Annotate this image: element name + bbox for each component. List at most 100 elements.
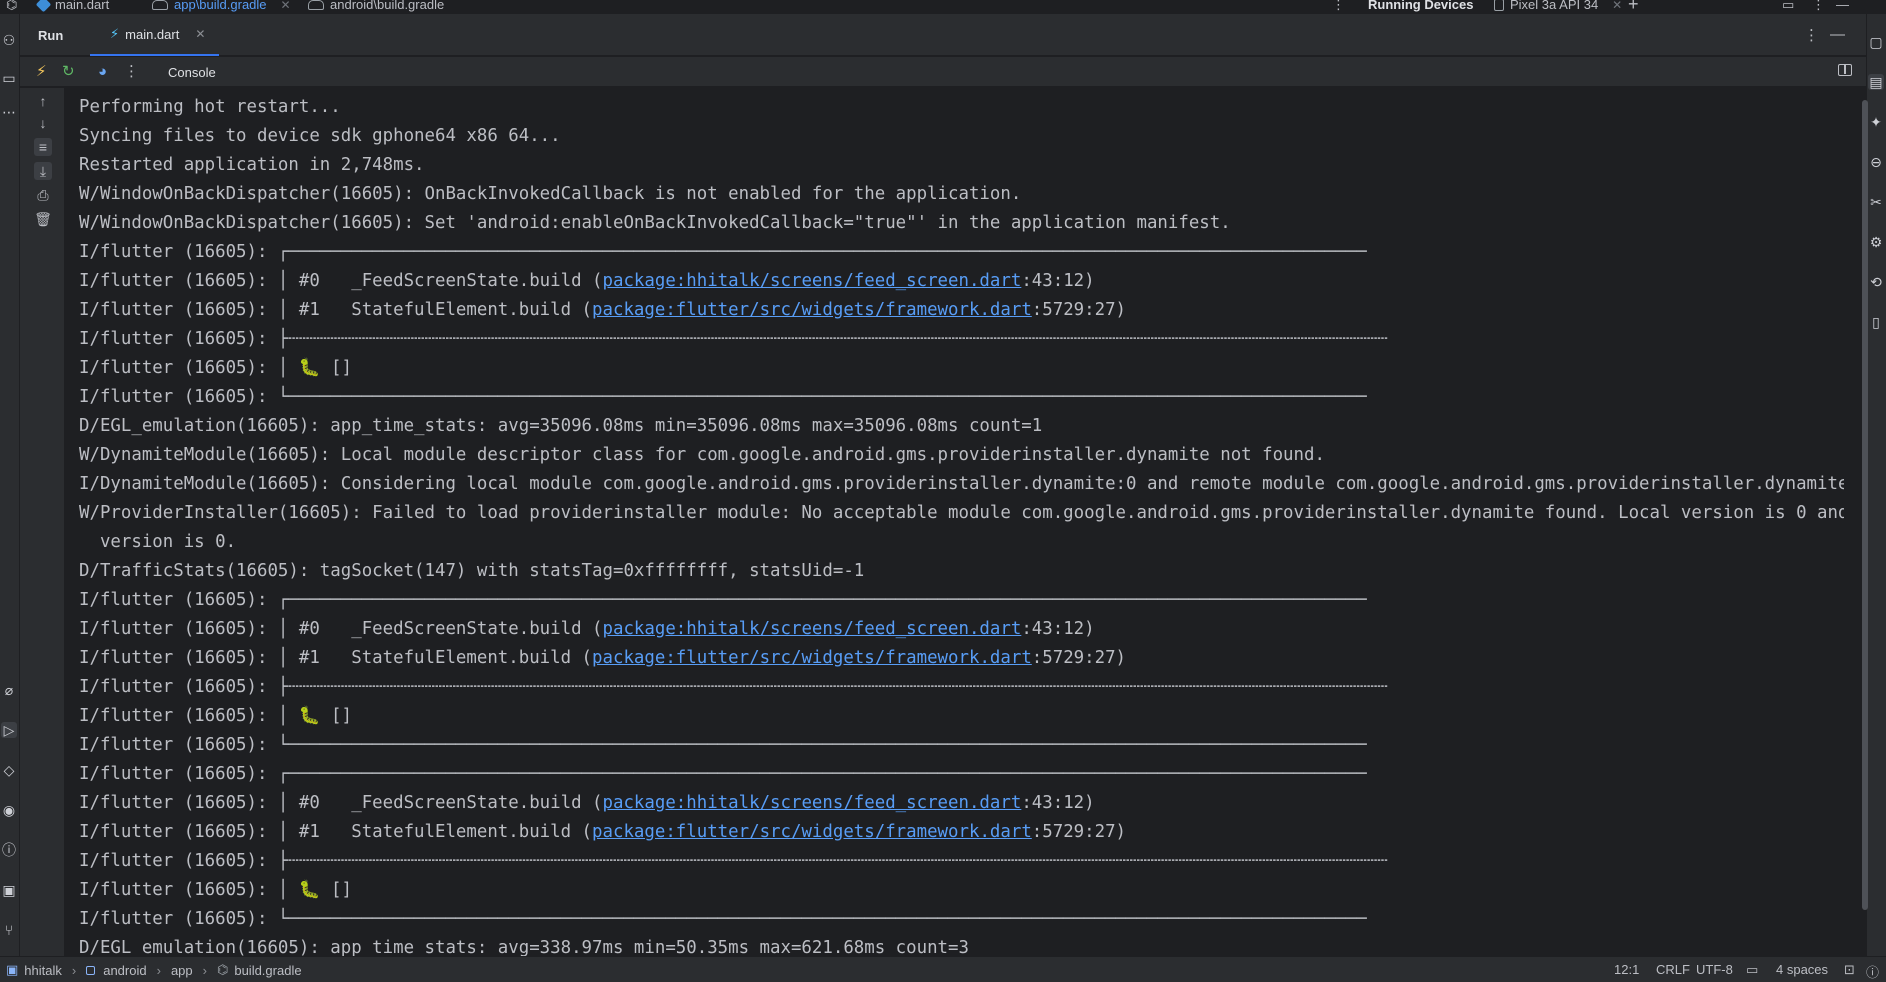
console-line: Restarted application in 2,748ms. [79, 151, 1844, 180]
close-icon[interactable]: ✕ [1612, 0, 1622, 12]
console-tab[interactable]: Console [168, 65, 216, 80]
devtools-icon[interactable]: ◕ [98, 64, 107, 80]
console-line: Syncing files to device sdk gphone64 x86… [79, 122, 1844, 151]
console-line: D/EGL_emulation(16605): app_time_stats: … [79, 412, 1844, 441]
bug-icon: 🐛 [298, 358, 321, 378]
gradle-icon [152, 0, 168, 10]
tab-overflow[interactable]: ⌬ [6, 0, 17, 13]
console-line: I/flutter (16605): │ #1 StatefulElement.… [79, 818, 1844, 847]
notifications-icon[interactable]: ▢ [1868, 34, 1884, 50]
device-explorer-icon[interactable]: ⟲ [1868, 274, 1884, 290]
add-device-icon[interactable]: + [1628, 0, 1639, 15]
breadcrumb-item[interactable]: hhitalk [24, 963, 62, 978]
tab-device[interactable]: Pixel 3a API 34 ✕ [1494, 0, 1622, 12]
terminal-icon[interactable]: ▣ [1, 882, 17, 898]
more-tools-icon[interactable]: ⋯ [1, 104, 17, 120]
tab-main-dart[interactable]: main.dart [35, 0, 110, 13]
emulator-icon[interactable]: ⚙ [1868, 234, 1884, 250]
scroll-down-icon[interactable]: ↓ [34, 114, 52, 132]
source-link[interactable]: package:hhitalk/screens/feed_screen.dart [603, 619, 1022, 639]
indent-setting[interactable]: 4 spaces [1776, 962, 1828, 977]
minimize-icon[interactable]: — [1830, 26, 1845, 43]
more-options-icon[interactable]: ⋮ [1804, 26, 1819, 44]
breadcrumb-item[interactable]: build.gradle [234, 963, 301, 978]
folder-icon[interactable]: ▭ [1, 70, 17, 86]
source-link[interactable]: package:flutter/src/widgets/framework.da… [592, 648, 1032, 668]
device-manager-icon[interactable]: ⊖ [1868, 154, 1884, 170]
console-side-toolbar: ↑ ↓ ≡ ⤓ ⎙ 🗑 [20, 88, 64, 956]
tab-label: android\build.gradle [330, 0, 445, 12]
flutter-inspector-icon[interactable]: ⌀ [1, 682, 17, 698]
console-line-text: W/WindowOnBackDispatcher(16605): Set 'an… [79, 213, 1231, 233]
more-actions-icon[interactable]: ⋮ [124, 64, 139, 80]
source-link[interactable]: package:flutter/src/widgets/framework.da… [592, 822, 1032, 842]
problems-icon[interactable]: ⓘ [1, 842, 17, 858]
console-line-text: I/flutter (16605): └────────────────────… [79, 909, 1367, 929]
readonly-icon[interactable]: ▭ [1746, 962, 1758, 978]
chevron-right-icon: › [202, 962, 207, 978]
console-output[interactable]: Performing hot restart... Syncing files t… [64, 88, 1844, 956]
vertical-scrollbar[interactable] [1862, 100, 1868, 910]
dart-icon [35, 0, 52, 13]
git-icon[interactable]: ⑂ [1, 922, 17, 938]
source-link[interactable]: package:flutter/src/widgets/framework.da… [592, 300, 1032, 320]
restore-window-icon[interactable]: ▭ [1782, 0, 1794, 13]
close-icon[interactable]: ✕ [195, 27, 205, 41]
left-tool-stripe: ⚇ ▭ ⋯ ⌀ ▷ ◇ ◉ ⓘ ▣ ⑂ [0, 14, 20, 956]
close-icon[interactable]: ✕ [281, 0, 291, 12]
console-line-prefix: I/flutter (16605): │ #0 _FeedScreenState… [79, 619, 603, 639]
console-line-text: I/flutter (16605): ┌────────────────────… [79, 242, 1367, 262]
minimize-icon[interactable]: — [1836, 0, 1849, 12]
hot-restart-icon[interactable]: ↻ [62, 64, 75, 80]
breadcrumb-item[interactable]: app [171, 963, 193, 978]
console-line: W/DynamiteModule(16605): Local module de… [79, 441, 1844, 470]
console-line-text: I/flutter (16605): ├┄┄┄┄┄┄┄┄┄┄┄┄┄┄┄┄┄┄┄┄… [79, 851, 1388, 871]
soft-wrap-icon[interactable]: ≡ [34, 138, 52, 156]
console-line-suffix: :43:12) [1021, 271, 1095, 291]
console-line: I/flutter (16605): ├┄┄┄┄┄┄┄┄┄┄┄┄┄┄┄┄┄┄┄┄… [79, 325, 1844, 354]
tab-android-build-gradle[interactable]: android\build.gradle [308, 0, 444, 12]
console-line-suffix: [] [320, 358, 352, 378]
console-line: I/flutter (16605): └────────────────────… [79, 731, 1844, 760]
console-line-text: Restarted application in 2,748ms. [79, 155, 425, 175]
scroll-up-icon[interactable]: ↑ [34, 92, 52, 110]
device-mirror-icon[interactable]: ▯ [1868, 314, 1884, 330]
breadcrumb-item[interactable]: android [103, 963, 146, 978]
tab-label: app\build.gradle [174, 0, 267, 12]
print-icon[interactable]: ⎙ [34, 186, 52, 204]
problems-icon[interactable]: ⓘ [1866, 962, 1879, 981]
build-icon[interactable]: ◇ [1, 762, 17, 778]
running-devices-icon[interactable]: ▤ [1868, 74, 1884, 90]
source-link[interactable]: package:hhitalk/screens/feed_screen.dart [603, 793, 1022, 813]
bug-icon: 🐛 [298, 880, 321, 900]
console-line: W/ProviderInstaller(16605): Failed to lo… [79, 499, 1844, 528]
bug-icon: 🐛 [298, 706, 321, 726]
trash-icon[interactable]: 🗑 [34, 210, 52, 228]
console-line: I/flutter (16605): │ #0 _FeedScreenState… [79, 789, 1844, 818]
line-separator[interactable]: CRLF [1656, 962, 1690, 977]
more-options-icon[interactable]: ⋮ [1812, 0, 1825, 13]
console-line-text: I/flutter (16605): └────────────────────… [79, 387, 1367, 407]
tab-label: main.dart [55, 0, 110, 12]
console-line-prefix: I/flutter (16605): │ #1 StatefulElement.… [79, 300, 593, 320]
more-options-icon[interactable]: ⋮ [1332, 0, 1345, 13]
structure-icon[interactable]: ⚇ [1, 32, 17, 48]
console-line: I/flutter (16605): ┌────────────────────… [79, 238, 1844, 267]
hot-reload-icon[interactable]: ⚡ [36, 64, 47, 80]
source-link[interactable]: package:hhitalk/screens/feed_screen.dart [603, 271, 1022, 291]
file-encoding[interactable]: UTF-8 [1696, 962, 1733, 977]
device-icon [1494, 0, 1504, 11]
ai-assistant-icon[interactable]: ✦ [1868, 114, 1884, 130]
lock-icon[interactable]: ⊡ [1844, 962, 1855, 978]
scroll-to-end-icon[interactable]: ⤓ [34, 162, 52, 180]
run-tab-main-dart[interactable]: ⚡ main.dart ✕ [90, 14, 220, 56]
tab-app-build-gradle[interactable]: app\build.gradle ✕ [152, 0, 291, 12]
console-line-text: W/ProviderInstaller(16605): Failed to lo… [79, 503, 1844, 523]
caret-position[interactable]: 12:1 [1614, 962, 1639, 977]
console-line: D/EGL_emulation(16605): app_time_stats: … [79, 934, 1844, 956]
tools-icon[interactable]: ✂ [1868, 194, 1884, 210]
console-line: I/flutter (16605): ┌────────────────────… [79, 586, 1844, 615]
layout-icon[interactable] [1838, 64, 1852, 76]
logcat-icon[interactable]: ◉ [1, 802, 17, 818]
run-icon[interactable]: ▷ [1, 722, 17, 738]
